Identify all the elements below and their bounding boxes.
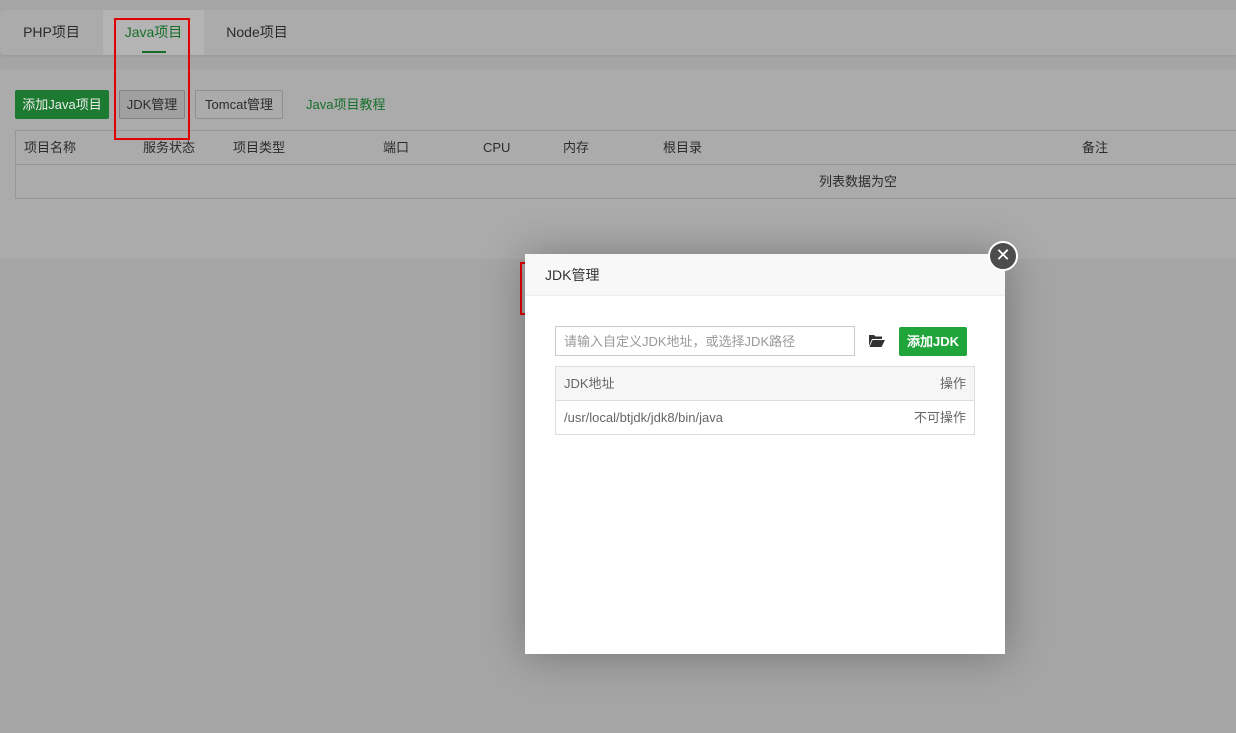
table-row: /usr/local/btjdk/jdk8/bin/java 不可操作 [556, 401, 974, 435]
column-header[interactable]: 根目录 [663, 131, 702, 165]
column-header-jdk-path: JDK地址 [564, 376, 615, 391]
tomcat-manage-button[interactable]: Tomcat管理 [195, 90, 283, 119]
close-dialog-button[interactable]: ✕ [988, 241, 1018, 271]
column-header[interactable]: 备注 [1082, 131, 1108, 165]
add-java-project-button[interactable]: 添加Java项目 [15, 90, 109, 119]
jdk-table: JDK地址 操作 /usr/local/btjdk/jdk8/bin/java … [555, 366, 975, 435]
java-tutorial-link[interactable]: Java项目教程 [306, 90, 385, 119]
jdk-manage-dialog: JDK管理 添加JDK JDK地址 操作 /usr/local/btjdk/jd… [525, 254, 1005, 654]
jdk-path-cell: /usr/local/btjdk/jdk8/bin/java [564, 410, 723, 425]
column-header[interactable]: 内存 [563, 131, 589, 165]
column-header[interactable]: CPU [483, 131, 510, 165]
column-header[interactable]: 端口 [383, 131, 409, 165]
column-header-actions: 操作 [939, 376, 966, 391]
jdk-table-header: JDK地址 操作 [556, 367, 974, 401]
project-table: 项目名称 服务状态 项目类型 端口 CPU 内存 根目录 备注 列表数据为空 [15, 130, 1236, 199]
tab-php[interactable]: PHP项目 [0, 10, 103, 55]
jdk-path-input[interactable] [555, 326, 855, 356]
tab-node[interactable]: Node项目 [204, 10, 310, 55]
empty-list-message: 列表数据为空 [819, 174, 898, 189]
dialog-title: JDK管理 [525, 254, 1005, 296]
jdk-action-cell: 不可操作 [913, 410, 966, 425]
tab-php-label: PHP项目 [23, 24, 80, 40]
highlight-java-tab-and-jdk-button [114, 18, 190, 140]
add-jdk-button[interactable]: 添加JDK [899, 327, 967, 356]
folder-open-icon[interactable] [869, 334, 885, 348]
project-table-header: 项目名称 服务状态 项目类型 端口 CPU 内存 根目录 备注 [16, 131, 1236, 165]
close-icon: ✕ [995, 245, 1011, 265]
tab-node-label: Node项目 [226, 24, 288, 40]
column-header[interactable]: 项目类型 [233, 131, 285, 165]
column-header[interactable]: 项目名称 [24, 131, 76, 165]
